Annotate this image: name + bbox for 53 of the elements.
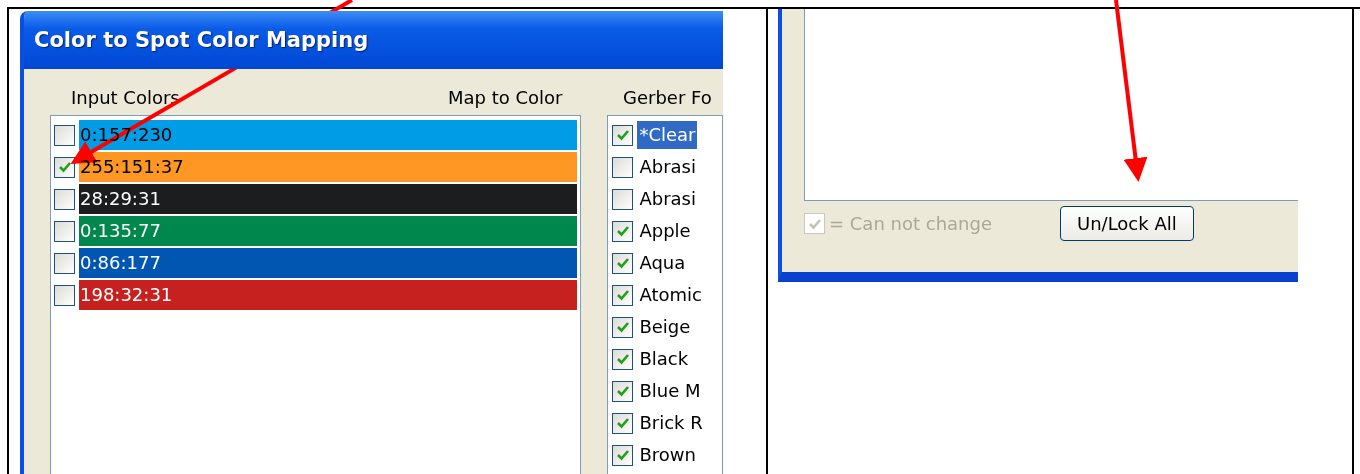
column-header: Gerber Fo	[623, 87, 712, 110]
checkbox[interactable]	[612, 348, 634, 370]
color-swatch-row[interactable]: 255:151:37	[79, 152, 578, 182]
checkbox[interactable]	[612, 124, 634, 146]
list-item[interactable]: Brick R	[637, 409, 705, 437]
list-item[interactable]: Atomic	[637, 281, 704, 309]
checkmark-icon	[615, 352, 630, 366]
list-item[interactable]: Apple	[637, 217, 693, 245]
color-swatch-row[interactable]: 0:86:177	[79, 248, 578, 278]
color-label: 0:86:177	[80, 252, 161, 273]
color-label: 0:135:77	[80, 220, 161, 241]
list-item[interactable]: Abrasi	[637, 153, 698, 181]
list-item[interactable]: Aqua	[637, 249, 688, 277]
checkbox[interactable]	[612, 412, 634, 434]
checkbox[interactable]	[54, 124, 75, 146]
color-swatch-row[interactable]: 0:135:77	[79, 216, 578, 246]
checkmark-icon	[615, 384, 630, 398]
color-swatch-row[interactable]: 28:29:31	[79, 184, 578, 214]
checkmark-icon	[615, 224, 630, 238]
checkbox[interactable]	[612, 444, 634, 466]
list-item[interactable]: Beige	[637, 313, 693, 341]
checkbox[interactable]	[54, 156, 75, 178]
list-item[interactable]: Blue M	[637, 377, 703, 405]
list-item[interactable]: Brown	[637, 441, 698, 469]
color-label: 198:32:31	[80, 284, 173, 305]
checkmark-icon	[615, 128, 630, 142]
checkbox[interactable]	[612, 316, 634, 338]
color-label: 28:29:31	[80, 188, 161, 209]
checkbox[interactable]	[612, 380, 634, 402]
list-item[interactable]: Abrasi	[637, 185, 698, 213]
checkmark-icon	[615, 288, 630, 302]
column-header: Map to Color	[448, 87, 564, 110]
checkbox[interactable]	[54, 284, 75, 306]
color-swatch-row[interactable]: 198:32:31	[79, 280, 578, 310]
checkbox[interactable]	[612, 220, 634, 242]
checkbox[interactable]	[54, 252, 75, 274]
checkbox[interactable]	[612, 284, 634, 306]
checkmark-icon	[615, 448, 630, 462]
unlock-all-button[interactable]: Un/Lock All	[1060, 206, 1194, 241]
checkmark-icon	[615, 416, 630, 430]
checkbox[interactable]	[612, 252, 634, 274]
checkmark-icon	[57, 160, 72, 174]
window-title: Color to Spot Color Mapping	[24, 11, 723, 69]
checkbox[interactable]	[612, 156, 634, 178]
checkmark-icon	[615, 320, 630, 334]
checkbox[interactable]	[612, 188, 634, 210]
list-item[interactable]: Black	[637, 345, 691, 373]
checkmark-icon	[615, 256, 630, 270]
checkbox[interactable]	[54, 188, 75, 210]
checkbox[interactable]	[54, 220, 75, 242]
legend-text: = Can not change	[829, 213, 992, 234]
list-item[interactable]: *Clear	[637, 121, 698, 149]
color-label: 255:151:37	[80, 156, 184, 177]
